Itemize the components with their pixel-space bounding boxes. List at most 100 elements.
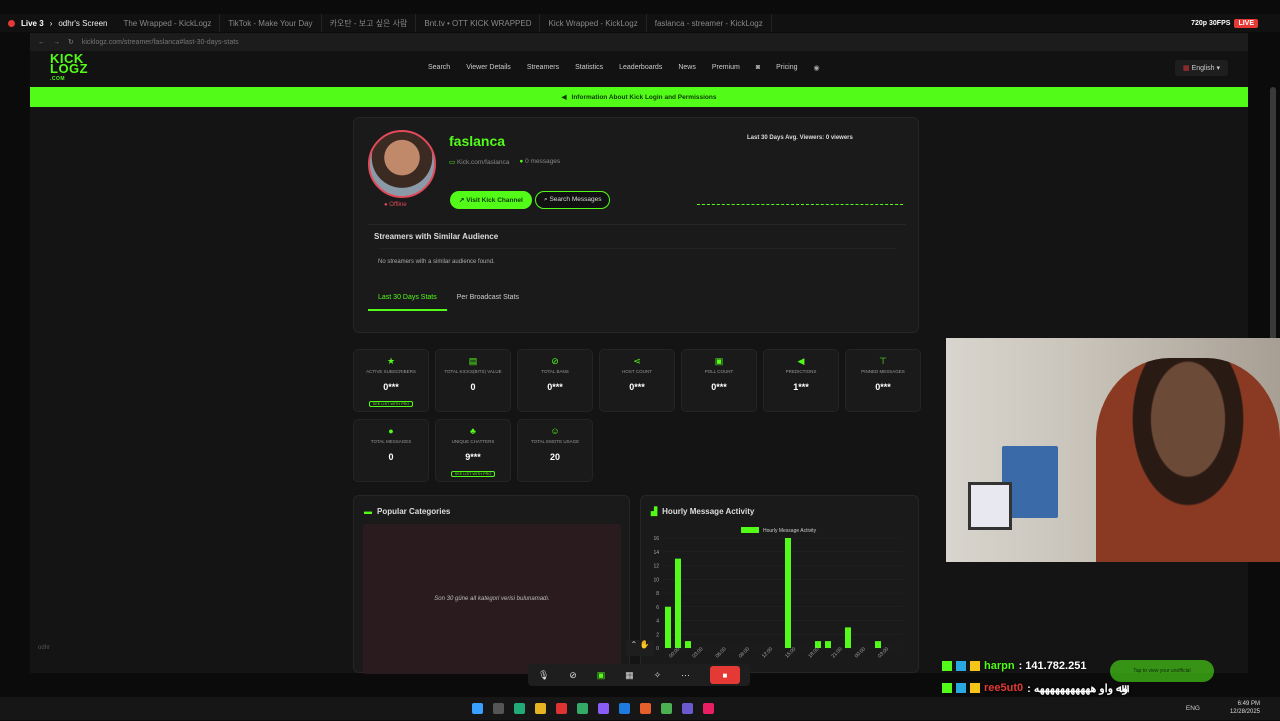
- star-icon: ★: [386, 356, 396, 366]
- app-icon[interactable]: [597, 703, 609, 714]
- language-selector[interactable]: ▦ English ▾: [1174, 60, 1228, 76]
- scrollbar[interactable]: [1270, 87, 1276, 367]
- user-icon[interactable]: ◉: [814, 64, 820, 72]
- app-icon[interactable]: [534, 703, 546, 714]
- chat-badge-icon: [970, 683, 980, 693]
- windows-start-icon[interactable]: [471, 703, 483, 714]
- status-badge: ● Offline: [384, 202, 407, 208]
- stat-card: ⋖ HOST COUNT 0***: [599, 349, 675, 412]
- mic-icon[interactable]: 🎙: [538, 670, 549, 681]
- back-icon[interactable]: ←: [38, 39, 45, 46]
- search-icon[interactable]: [492, 703, 504, 714]
- popular-empty: Son 30 güne ait kategori verisi bulunama…: [363, 524, 621, 674]
- channel-link[interactable]: ▭ Kick.com/faslanca: [449, 158, 509, 166]
- chat-icon: ●: [388, 426, 394, 436]
- url-text[interactable]: kicklogz.com/streamer/faslanca#last-30-d…: [82, 39, 239, 46]
- chat-username: harpn: [984, 660, 1015, 672]
- popular-categories-panel: ▬ Popular Categories Son 30 güne ait kate…: [353, 495, 630, 674]
- collapse-toggle[interactable]: ⌃ ✋: [626, 640, 654, 656]
- nav-statistics[interactable]: Statistics: [575, 64, 603, 72]
- browser-tab[interactable]: TikTok - Make Your Day: [220, 14, 322, 32]
- browser-tab[interactable]: The Wrapped - KickLogz: [115, 14, 221, 32]
- forward-icon[interactable]: →: [53, 39, 60, 46]
- apps-icon[interactable]: ▦: [625, 670, 634, 681]
- nav-leaderboards[interactable]: Leaderboards: [619, 64, 662, 72]
- hourly-activity-panel: ▟ Hourly Message Activity Hourly Message …: [640, 495, 919, 673]
- more-icon[interactable]: ⋯: [681, 670, 690, 681]
- stat-card: ⊘ TOTAL BANS 0***: [517, 349, 593, 412]
- nav-streamers[interactable]: Streamers: [527, 64, 559, 72]
- chat-badge-icon: [942, 661, 952, 671]
- browser-tab[interactable]: Kick Wrapped - KickLogz: [540, 14, 647, 32]
- camera-off-icon[interactable]: ⊘: [569, 670, 577, 681]
- search-messages-button[interactable]: ⌕ Search Messages: [535, 191, 611, 209]
- stream-watermark: odhr: [38, 645, 51, 651]
- effects-icon[interactable]: ✧: [654, 670, 662, 681]
- language-label: English: [1191, 65, 1215, 72]
- address-bar[interactable]: ← → ↻ kicklogz.com/streamer/faslanca#las…: [30, 33, 1248, 51]
- similar-empty: No streamers with a similar audience fou…: [378, 248, 896, 265]
- app-icon[interactable]: [660, 703, 672, 714]
- stream-tab-bar: Live 3 › odhr's Screen The Wrapped - Kic…: [0, 14, 1280, 32]
- browser-tab[interactable]: Bnt.tv • OTT KICK WRAPPED: [416, 14, 541, 32]
- taskbar-clock[interactable]: 6:49 PM 12/28/2025: [1230, 700, 1260, 716]
- stat-label: POLL COUNT: [704, 369, 734, 374]
- nav-premium[interactable]: Premium: [712, 64, 740, 72]
- nav-news[interactable]: News: [678, 64, 696, 72]
- visit-channel-button[interactable]: ↗ Visit Kick Channel: [450, 191, 532, 209]
- search-icon: ⌕: [544, 196, 548, 203]
- app-icon[interactable]: [681, 703, 693, 714]
- app-icon[interactable]: [513, 703, 525, 714]
- nav-search[interactable]: Search: [428, 64, 450, 72]
- nav-viewer-details[interactable]: Viewer Details: [466, 64, 511, 72]
- hourly-title: Hourly Message Activity: [662, 507, 755, 516]
- bar: [825, 641, 831, 648]
- taskbar-lang[interactable]: ENG: [1186, 705, 1200, 712]
- y-tick-label: 10: [653, 577, 659, 583]
- similar-audience-section: Streamers with Similar Audience No strea…: [368, 224, 906, 280]
- stats-tabs: Last 30 Days Stats Per Broadcast Stats: [368, 286, 529, 311]
- search-label: Search Messages: [549, 196, 602, 203]
- share-screen-icon[interactable]: ▣: [597, 670, 606, 681]
- discord-icon[interactable]: ◙: [756, 64, 760, 72]
- stat-value: 20: [549, 452, 560, 462]
- bar: [685, 641, 691, 648]
- app-icon[interactable]: [555, 703, 567, 714]
- popular-title: Popular Categories: [377, 507, 451, 516]
- live-indicator[interactable]: Live 3 › odhr's Screen: [0, 19, 115, 28]
- browser-tab-active[interactable]: faslanca - streamer - KickLogz: [647, 14, 772, 32]
- tab-per-broadcast[interactable]: Per Broadcast Stats: [447, 286, 529, 311]
- browser-tab[interactable]: 카오탄 - 보고 싶은 사람: [322, 14, 417, 32]
- tap-to-view-pill[interactable]: Tap to view your unofficial: [1110, 660, 1214, 682]
- chart-icon: ▟: [651, 507, 658, 516]
- app-icon[interactable]: [639, 703, 651, 714]
- kicklogz-logo[interactable]: KICK LOGZ .COM: [50, 52, 88, 84]
- stat-label: PINNED MESSAGES: [861, 369, 905, 374]
- stat-card: ♣ UNIQUE CHATTERS 9*** SEE LIST WITH PRO: [435, 419, 511, 482]
- stop-sharing-button[interactable]: ■: [709, 666, 740, 684]
- app-icon[interactable]: [576, 703, 588, 714]
- stat-value: 9***: [465, 452, 481, 462]
- clock-date: 12/28/2025: [1229, 709, 1260, 715]
- nav-pricing[interactable]: Pricing: [776, 64, 797, 72]
- stat-label: UNIQUE CHATTERS: [451, 439, 495, 444]
- coins-icon: ▤: [468, 356, 478, 366]
- tab-last-30-days[interactable]: Last 30 Days Stats: [368, 286, 447, 311]
- see-list-pro-button[interactable]: SEE LIST WITH PRO: [450, 471, 496, 477]
- reload-icon[interactable]: ↻: [68, 38, 74, 46]
- tab-label: Bnt.tv • OTT KICK WRAPPED: [424, 18, 532, 28]
- stat-label: HOST COUNT: [622, 369, 652, 374]
- stat-label: ACTIVE SUBSCRIBERS: [366, 369, 416, 374]
- resolution-badge: 720p 30FPS: [1191, 19, 1231, 27]
- stat-value: 0: [470, 382, 476, 392]
- flag-icon: ▦: [1182, 65, 1190, 72]
- app-icon[interactable]: [618, 703, 630, 714]
- avatar: [368, 130, 436, 198]
- see-list-pro-button[interactable]: SEE LIST WITH PRO: [368, 401, 414, 407]
- chat-bubble-icon: ●: [519, 158, 524, 165]
- y-tick-label: 14: [653, 550, 659, 556]
- bar: [875, 641, 881, 648]
- app-icon[interactable]: [702, 703, 714, 714]
- info-banner[interactable]: ◀ Information About Kick Login and Permi…: [30, 87, 1248, 107]
- y-tick-label: 0: [656, 646, 659, 652]
